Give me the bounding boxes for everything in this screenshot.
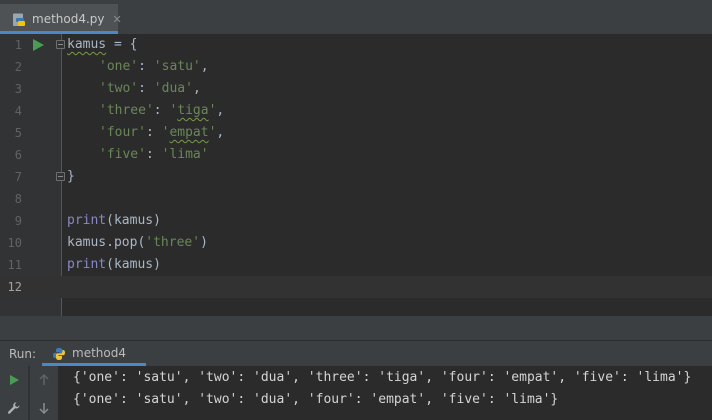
run-toolbar-left [0,366,28,420]
code-text: } [67,169,75,184]
rerun-icon[interactable] [6,372,22,388]
code-text: 'one': 'satu', [99,59,209,74]
code-line: 1 kamus = { [0,34,712,56]
line-number: 6 [14,148,22,162]
code-text: kamus.pop('three') [67,235,208,250]
line-number: 2 [14,60,22,74]
code-text: 'four': 'empat', [99,125,225,140]
run-toolbar-right [28,366,58,420]
line-number: 4 [14,104,22,118]
run-console[interactable]: {'one': 'satu', 'two': 'dua', 'three': '… [0,366,712,420]
code-text: print(kamus) [67,257,161,272]
run-tab-label: method4 [72,346,126,360]
close-icon[interactable]: ✕ [113,13,122,26]
code-text: 'three': 'tiga', [99,103,225,118]
python-icon [52,346,66,360]
line-number: 3 [14,82,22,96]
code-line: 5 'four': 'empat', [0,122,712,144]
current-code-line: 12 [0,276,712,298]
line-number: 1 [14,38,22,52]
code-line: 11 print(kamus) [0,254,712,276]
fold-icon[interactable] [56,40,65,49]
tab-method4-py[interactable]: method4.py ✕ [0,4,122,34]
tab-filename: method4.py [32,12,105,26]
line-number: 11 [7,258,22,272]
code-line: 6 'five': 'lima' [0,144,712,166]
code-line: 7 } [0,166,712,188]
console-output-line: {'one': 'satu', 'two': 'dua', 'three': '… [73,370,692,385]
console-output-line: {'one': 'satu', 'two': 'dua', 'four': 'e… [73,392,559,407]
code-line: 3 'two': 'dua', [0,78,712,100]
editor-bottom-area [0,316,712,340]
code-text: kamus = { [67,37,138,52]
line-number: 7 [14,170,22,184]
line-number: 5 [14,126,22,140]
code-line: 2 'one': 'satu', [0,56,712,78]
run-title: Run: [9,347,37,361]
python-file-icon [12,12,26,26]
run-gutter-icon[interactable] [33,39,44,51]
code-line: 8 [0,188,712,210]
code-text: 'two': 'dua', [99,81,201,96]
line-number: 9 [14,214,22,228]
line-number: 8 [14,192,22,206]
line-number: 12 [7,280,22,294]
editor-tab-bar: method4.py ✕ [0,0,712,34]
line-number: 10 [7,236,22,250]
arrow-down-icon[interactable] [36,400,52,416]
arrow-up-icon[interactable] [36,372,52,388]
code-line: 4 'three': 'tiga', [0,100,712,122]
code-text: print(kamus) [67,213,161,228]
run-tab-method4[interactable]: method4 [42,341,146,366]
wrench-icon[interactable] [6,400,22,416]
run-toolwindow-header: Run: method4 [0,340,712,366]
code-editor[interactable]: 1 kamus = { 2 'one': 'satu', 3 'two': 'd… [0,34,712,316]
fold-icon[interactable] [56,172,65,181]
code-line: 9 print(kamus) [0,210,712,232]
code-line: 10 kamus.pop('three') [0,232,712,254]
code-text: 'five': 'lima' [99,147,209,162]
